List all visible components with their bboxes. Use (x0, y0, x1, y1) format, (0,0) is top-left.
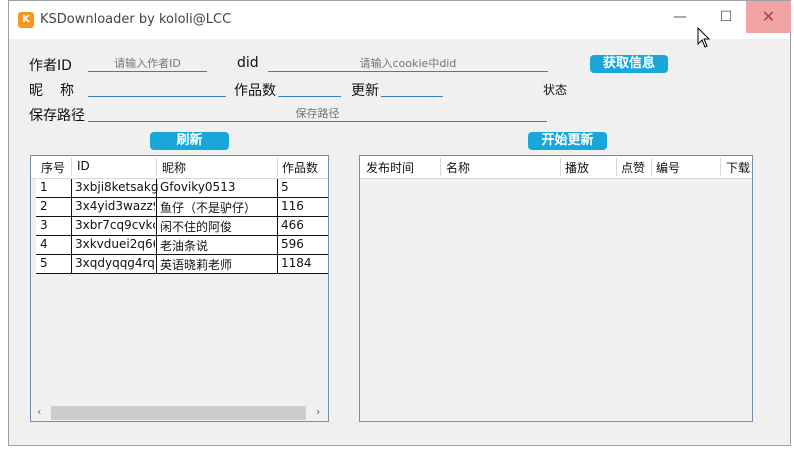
col-header-number[interactable]: 编号 (656, 159, 680, 176)
col-header-download[interactable]: 下载 (726, 159, 750, 176)
cell-nickname: 老油条说 (160, 239, 209, 253)
did-label: did (237, 55, 259, 71)
close-button[interactable]: ✕ (746, 1, 791, 33)
cell-works: 596 (281, 237, 304, 251)
cell-id: 3x4yid3wazz9 (75, 199, 155, 213)
scroll-left-icon[interactable]: ‹ (37, 405, 41, 418)
table-row[interactable]: 1 3xbji8ketsakg Gfoviky0513 5 (36, 179, 328, 198)
scrollbar-thumb[interactable] (51, 406, 306, 420)
start-update-button[interactable]: 开始更新 (528, 132, 607, 150)
update-label: 更新 (351, 83, 379, 99)
cell-nickname: 鱼仔（不是驴仔） (160, 201, 257, 215)
col-header-plays[interactable]: 播放 (565, 159, 589, 176)
nickname-field (88, 81, 226, 97)
author-id-input[interactable] (88, 56, 207, 72)
fetch-info-button[interactable]: 获取信息 (590, 55, 668, 73)
author-table-header: 序号 ID 昵称 作品数 (31, 156, 328, 179)
nickname-label-b: 称 (60, 83, 74, 99)
cell-id: 3xbji8ketsakg (75, 180, 159, 194)
cell-id: 3xkvduei2q66 (75, 237, 155, 251)
col-header-likes[interactable]: 点赞 (621, 159, 645, 176)
col-header-name[interactable]: 名称 (446, 159, 470, 176)
cell-index: 1 (40, 180, 48, 194)
update-field (381, 81, 443, 97)
cell-works: 466 (281, 218, 304, 232)
title-bar: K KSDownloader by kololi@LCC — ☐ ✕ (9, 1, 791, 39)
cell-works: 1184 (281, 256, 312, 270)
works-table[interactable]: 发布时间 名称 播放 点赞 编号 下载 (359, 155, 753, 422)
col-header-publish-time[interactable]: 发布时间 (366, 159, 414, 176)
table-row[interactable]: 2 3x4yid3wazz9 鱼仔（不是驴仔） 116 (36, 198, 328, 217)
table-row[interactable]: 3 3xbr7cq9cvkc 闲不住的阿俊 466 (36, 217, 328, 236)
cell-nickname: Gfoviky0513 (160, 180, 236, 194)
col-header-id[interactable]: ID (77, 159, 90, 173)
nickname-label-a: 昵 (29, 83, 43, 99)
cell-works: 116 (281, 199, 304, 213)
author-id-label: 作者ID (29, 58, 72, 74)
main-window: K KSDownloader by kololi@LCC — ☐ ✕ 作者ID … (8, 0, 791, 446)
save-path-input[interactable] (88, 106, 547, 122)
cell-index: 4 (40, 237, 48, 251)
did-input[interactable] (268, 56, 548, 72)
col-header-works[interactable]: 作品数 (282, 159, 318, 176)
cell-id: 3xbr7cq9cvkc (75, 218, 155, 232)
status-label: 状态 (543, 83, 568, 97)
table-row[interactable]: 4 3xkvduei2q66 老油条说 596 (36, 236, 328, 255)
works-table-header: 发布时间 名称 播放 点赞 编号 下载 (360, 156, 752, 179)
cell-nickname: 闲不住的阿俊 (160, 220, 233, 234)
cell-index: 5 (40, 256, 48, 270)
col-header-nickname[interactable]: 昵称 (162, 159, 186, 176)
col-header-index[interactable]: 序号 (41, 159, 65, 176)
table-row[interactable]: 5 3xqdyqqg4rq 英语晓莉老师 1184 (36, 255, 328, 274)
mouse-cursor-icon (697, 27, 711, 48)
works-label: 作品数 (234, 83, 276, 99)
cell-works: 5 (281, 180, 289, 194)
cell-nickname: 英语晓莉老师 (160, 258, 233, 272)
refresh-button[interactable]: 刷新 (150, 132, 229, 150)
scroll-right-icon[interactable]: › (316, 405, 320, 418)
horizontal-scrollbar[interactable]: ‹ › (31, 404, 328, 421)
cell-index: 3 (40, 218, 48, 232)
app-logo-icon: K (18, 12, 34, 28)
window-title: KSDownloader by kololi@LCC (40, 12, 232, 27)
works-field (278, 81, 341, 97)
cell-index: 2 (40, 199, 48, 213)
author-table[interactable]: 序号 ID 昵称 作品数 1 3xbji8ketsakg Gfoviky0513… (30, 155, 329, 422)
save-path-label: 保存路径 (29, 108, 85, 124)
cell-id: 3xqdyqqg4rq (75, 256, 155, 270)
